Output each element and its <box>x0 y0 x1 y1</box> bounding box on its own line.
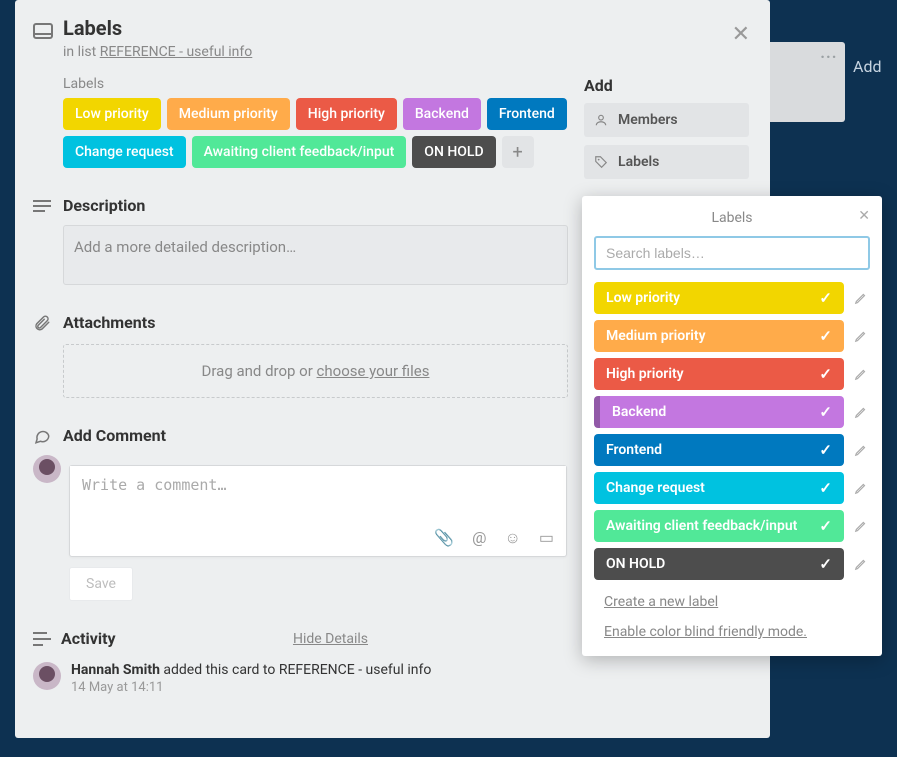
label-row: Change request ✓ <box>594 472 870 504</box>
label-name: Backend <box>612 404 666 420</box>
label-chip[interactable]: Change request <box>63 136 186 168</box>
attachment-icon <box>33 314 53 332</box>
label-name: Medium priority <box>606 328 706 344</box>
label-row: Awaiting client feedback/input ✓ <box>594 510 870 542</box>
hide-details-link[interactable]: Hide Details <box>293 631 368 647</box>
color-blind-mode-link[interactable]: Enable color blind friendly mode. <box>604 624 870 640</box>
label-option[interactable]: Medium priority ✓ <box>594 320 844 352</box>
edit-label-icon[interactable] <box>854 367 870 381</box>
activity-heading: Activity <box>61 629 116 648</box>
list-link[interactable]: REFERENCE - useful info <box>100 44 253 60</box>
description-heading: Description <box>63 196 145 215</box>
edit-label-icon[interactable] <box>854 405 870 419</box>
label-name: Awaiting client feedback/input <box>606 518 797 534</box>
description-input[interactable]: Add a more detailed description… <box>63 225 568 285</box>
label-option[interactable]: ON HOLD ✓ <box>594 548 844 580</box>
attach-icon[interactable]: 📎 <box>434 528 454 548</box>
check-icon: ✓ <box>819 327 832 345</box>
activity-item: Hannah Smith added this card to REFERENC… <box>33 662 568 695</box>
label-option[interactable]: Backend ✓ <box>594 396 844 428</box>
search-labels-input[interactable] <box>594 236 870 270</box>
label-chip[interactable]: High priority <box>296 98 397 130</box>
label-option[interactable]: Change request ✓ <box>594 472 844 504</box>
activity-time: 14 May at 14:11 <box>71 680 431 695</box>
comment-heading: Add Comment <box>63 426 166 445</box>
in-list-line: in list REFERENCE - useful info <box>63 44 754 60</box>
label-row: ON HOLD ✓ <box>594 548 870 580</box>
label-option[interactable]: Frontend ✓ <box>594 434 844 466</box>
label-chip[interactable]: ON HOLD <box>412 136 495 168</box>
add-label-button[interactable]: + <box>502 136 534 168</box>
avatar <box>33 662 61 690</box>
check-icon: ✓ <box>819 365 832 383</box>
sidebar-members-button[interactable]: Members <box>584 103 749 137</box>
edit-label-icon[interactable] <box>854 291 870 305</box>
label-option[interactable]: Low priority ✓ <box>594 282 844 314</box>
labels-popover: ✕ Labels Low priority✓Medium priority✓Hi… <box>582 196 882 656</box>
label-name: ON HOLD <box>606 556 665 572</box>
activity-text: added this card to REFERENCE - useful in… <box>160 662 431 678</box>
mention-icon[interactable]: @ <box>472 528 486 548</box>
activity-author: Hannah Smith <box>71 662 160 678</box>
card-link-icon[interactable]: ▭ <box>539 528 554 548</box>
check-icon: ✓ <box>819 479 832 497</box>
edit-label-icon[interactable] <box>854 443 870 457</box>
label-option[interactable]: Awaiting client feedback/input ✓ <box>594 510 844 542</box>
label-row: Medium priority ✓ <box>594 320 870 352</box>
popover-label-list: Low priority✓Medium priority✓High priori… <box>594 282 870 580</box>
comment-input[interactable] <box>70 466 566 520</box>
label-name: Low priority <box>606 290 680 306</box>
label-chip[interactable]: Frontend <box>487 98 567 130</box>
create-label-link[interactable]: Create a new label <box>604 594 870 610</box>
label-chip[interactable]: Low priority <box>63 98 161 130</box>
emoji-icon[interactable]: ☺ <box>505 528 521 548</box>
choose-files-link[interactable]: choose your files <box>317 362 430 380</box>
label-row: Low priority ✓ <box>594 282 870 314</box>
board-add-list[interactable]: Add <box>845 50 897 82</box>
label-row: Backend ✓ <box>594 396 870 428</box>
edit-label-icon[interactable] <box>854 329 870 343</box>
card-icon <box>33 22 53 40</box>
check-icon: ✓ <box>819 289 832 307</box>
comment-icon <box>33 427 53 445</box>
label-chip[interactable]: Awaiting client feedback/input <box>192 136 407 168</box>
edit-label-icon[interactable] <box>854 481 870 495</box>
sidebar-labels-button[interactable]: Labels <box>584 145 749 179</box>
check-icon: ✓ <box>819 441 832 459</box>
label-name: Change request <box>606 480 705 496</box>
label-row: High priority ✓ <box>594 358 870 390</box>
labels-row: Low priorityMedium priorityHigh priority… <box>63 98 568 168</box>
labels-heading: Labels <box>63 76 568 92</box>
edit-label-icon[interactable] <box>854 519 870 533</box>
popover-title: Labels <box>594 206 870 236</box>
members-icon <box>594 113 608 127</box>
avatar <box>33 455 61 483</box>
activity-icon <box>33 631 51 647</box>
comment-box: 📎 @ ☺ ▭ <box>69 465 567 557</box>
card-title[interactable]: Labels <box>63 16 122 40</box>
sidebar-add-heading: Add <box>584 76 754 95</box>
label-chip[interactable]: Medium priority <box>167 98 290 130</box>
description-icon <box>33 199 53 213</box>
label-chip[interactable]: Backend <box>403 98 481 130</box>
attachments-heading: Attachments <box>63 313 155 332</box>
check-icon: ✓ <box>819 555 832 573</box>
attachments-dropzone[interactable]: Drag and drop or choose your files <box>63 344 568 398</box>
check-icon: ✓ <box>819 403 832 421</box>
sidebar-button-label: Members <box>618 112 678 128</box>
label-row: Frontend ✓ <box>594 434 870 466</box>
label-name: Frontend <box>606 442 662 458</box>
label-option[interactable]: High priority ✓ <box>594 358 844 390</box>
labels-icon <box>594 155 608 169</box>
check-icon: ✓ <box>819 517 832 535</box>
ellipsis-icon: ··· <box>820 46 837 71</box>
label-name: High priority <box>606 366 684 382</box>
close-icon[interactable]: ✕ <box>732 24 750 46</box>
board-card-menu[interactable]: ··· <box>765 42 845 122</box>
sidebar-button-label: Labels <box>618 154 659 170</box>
save-button[interactable]: Save <box>69 567 133 601</box>
edit-label-icon[interactable] <box>854 557 870 571</box>
